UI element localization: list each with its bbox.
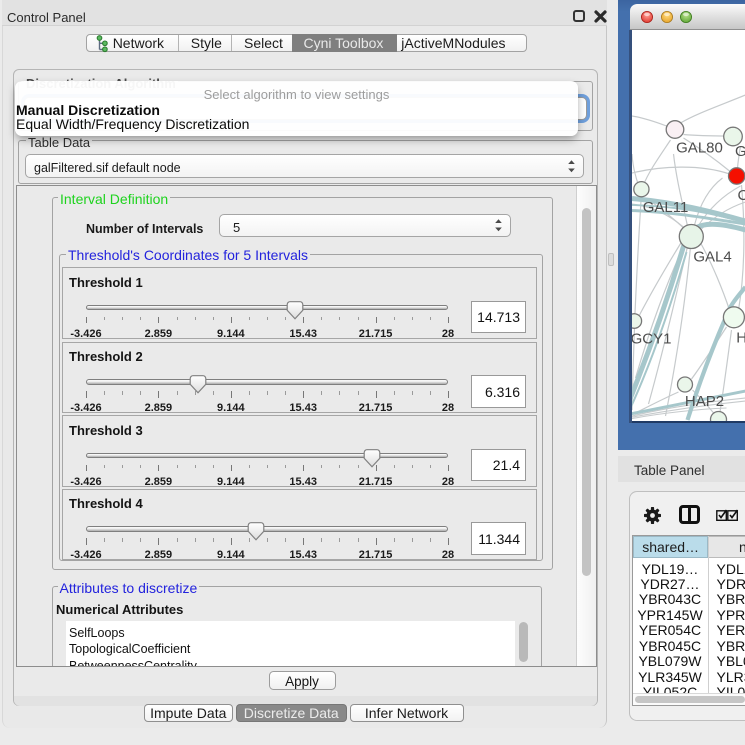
svg-text:GAL4: GAL4 bbox=[693, 249, 731, 266]
svg-text:C: C bbox=[737, 187, 745, 204]
svg-text:GAL80: GAL80 bbox=[676, 140, 723, 157]
svg-text:HAP2: HAP2 bbox=[684, 393, 723, 410]
svg-text:GA: GA bbox=[735, 143, 745, 160]
svg-text:HA: HA bbox=[736, 330, 745, 347]
svg-text:GCY1: GCY1 bbox=[632, 331, 671, 348]
svg-text:GAL11: GAL11 bbox=[642, 199, 688, 216]
